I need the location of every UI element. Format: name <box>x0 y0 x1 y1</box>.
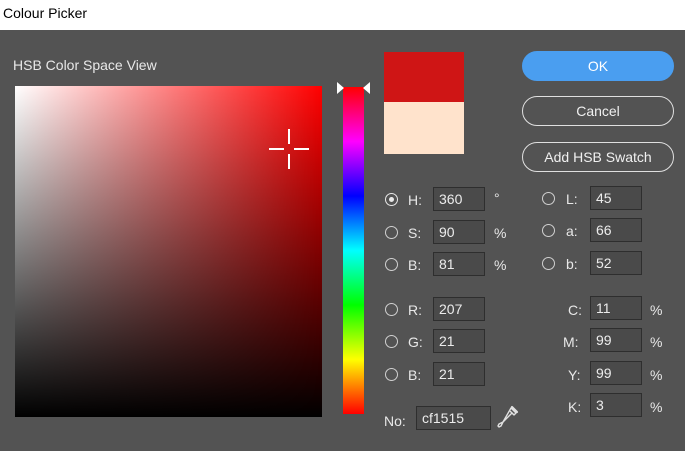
yellow-unit: % <box>650 367 663 383</box>
brightness-unit: % <box>494 257 507 273</box>
b-channel-label: b: <box>566 256 578 272</box>
a-channel-field[interactable] <box>590 218 642 242</box>
magenta-unit: % <box>650 334 663 350</box>
hue-unit: ° <box>494 190 500 206</box>
brightness-radio[interactable] <box>385 258 398 271</box>
eyedropper-icon[interactable] <box>497 405 519 429</box>
cancel-button[interactable]: Cancel <box>522 96 674 126</box>
ok-button[interactable]: OK <box>522 51 674 81</box>
cyan-unit: % <box>650 302 663 318</box>
lightness-label: L: <box>566 191 578 207</box>
saturation-radio[interactable] <box>385 226 398 239</box>
b-channel-radio[interactable] <box>542 257 555 270</box>
hue-radio[interactable] <box>385 193 398 206</box>
b-channel-field[interactable] <box>590 251 642 275</box>
green-radio[interactable] <box>385 335 398 348</box>
saturation-unit: % <box>494 225 507 241</box>
magenta-field[interactable] <box>590 328 642 352</box>
blue-radio[interactable] <box>385 368 398 381</box>
current-color-swatch[interactable] <box>384 102 464 154</box>
black-key-label: K: <box>568 399 582 415</box>
a-channel-label: a: <box>566 223 578 239</box>
window-title: Colour Picker <box>3 5 88 21</box>
saturation-label: S: <box>408 225 422 241</box>
blue-field[interactable] <box>433 362 485 386</box>
lightness-field[interactable] <box>590 186 642 210</box>
green-field[interactable] <box>433 329 485 353</box>
saturation-field[interactable] <box>433 220 485 244</box>
title-bar: Colour Picker <box>0 0 685 30</box>
new-color-swatch <box>384 52 464 102</box>
hex-field[interactable] <box>416 406 491 430</box>
red-label: R: <box>408 302 422 318</box>
brightness-field[interactable] <box>433 252 485 276</box>
hue-slider[interactable] <box>343 87 364 414</box>
green-label: G: <box>408 334 423 350</box>
hex-label: No: <box>384 413 406 429</box>
lightness-radio[interactable] <box>542 192 555 205</box>
red-radio[interactable] <box>385 303 398 316</box>
color-space-heading: HSB Color Space View <box>13 57 157 73</box>
blue-label: B: <box>408 367 422 383</box>
cyan-field[interactable] <box>590 296 642 320</box>
yellow-field[interactable] <box>590 361 642 385</box>
brightness-label: B: <box>408 257 422 273</box>
yellow-label: Y: <box>568 367 581 383</box>
red-field[interactable] <box>433 297 485 321</box>
magenta-label: M: <box>563 334 579 350</box>
add-hsb-swatch-button[interactable]: Add HSB Swatch <box>522 142 674 172</box>
color-crosshair[interactable] <box>269 129 309 169</box>
cyan-label: C: <box>568 302 582 318</box>
hue-label: H: <box>408 192 422 208</box>
a-channel-radio[interactable] <box>542 224 555 237</box>
black-key-unit: % <box>650 399 663 415</box>
black-key-field[interactable] <box>590 393 642 417</box>
hue-slider-handle-right[interactable] <box>363 82 370 94</box>
hue-field[interactable] <box>433 187 485 211</box>
hue-slider-handle-left[interactable] <box>337 82 344 94</box>
